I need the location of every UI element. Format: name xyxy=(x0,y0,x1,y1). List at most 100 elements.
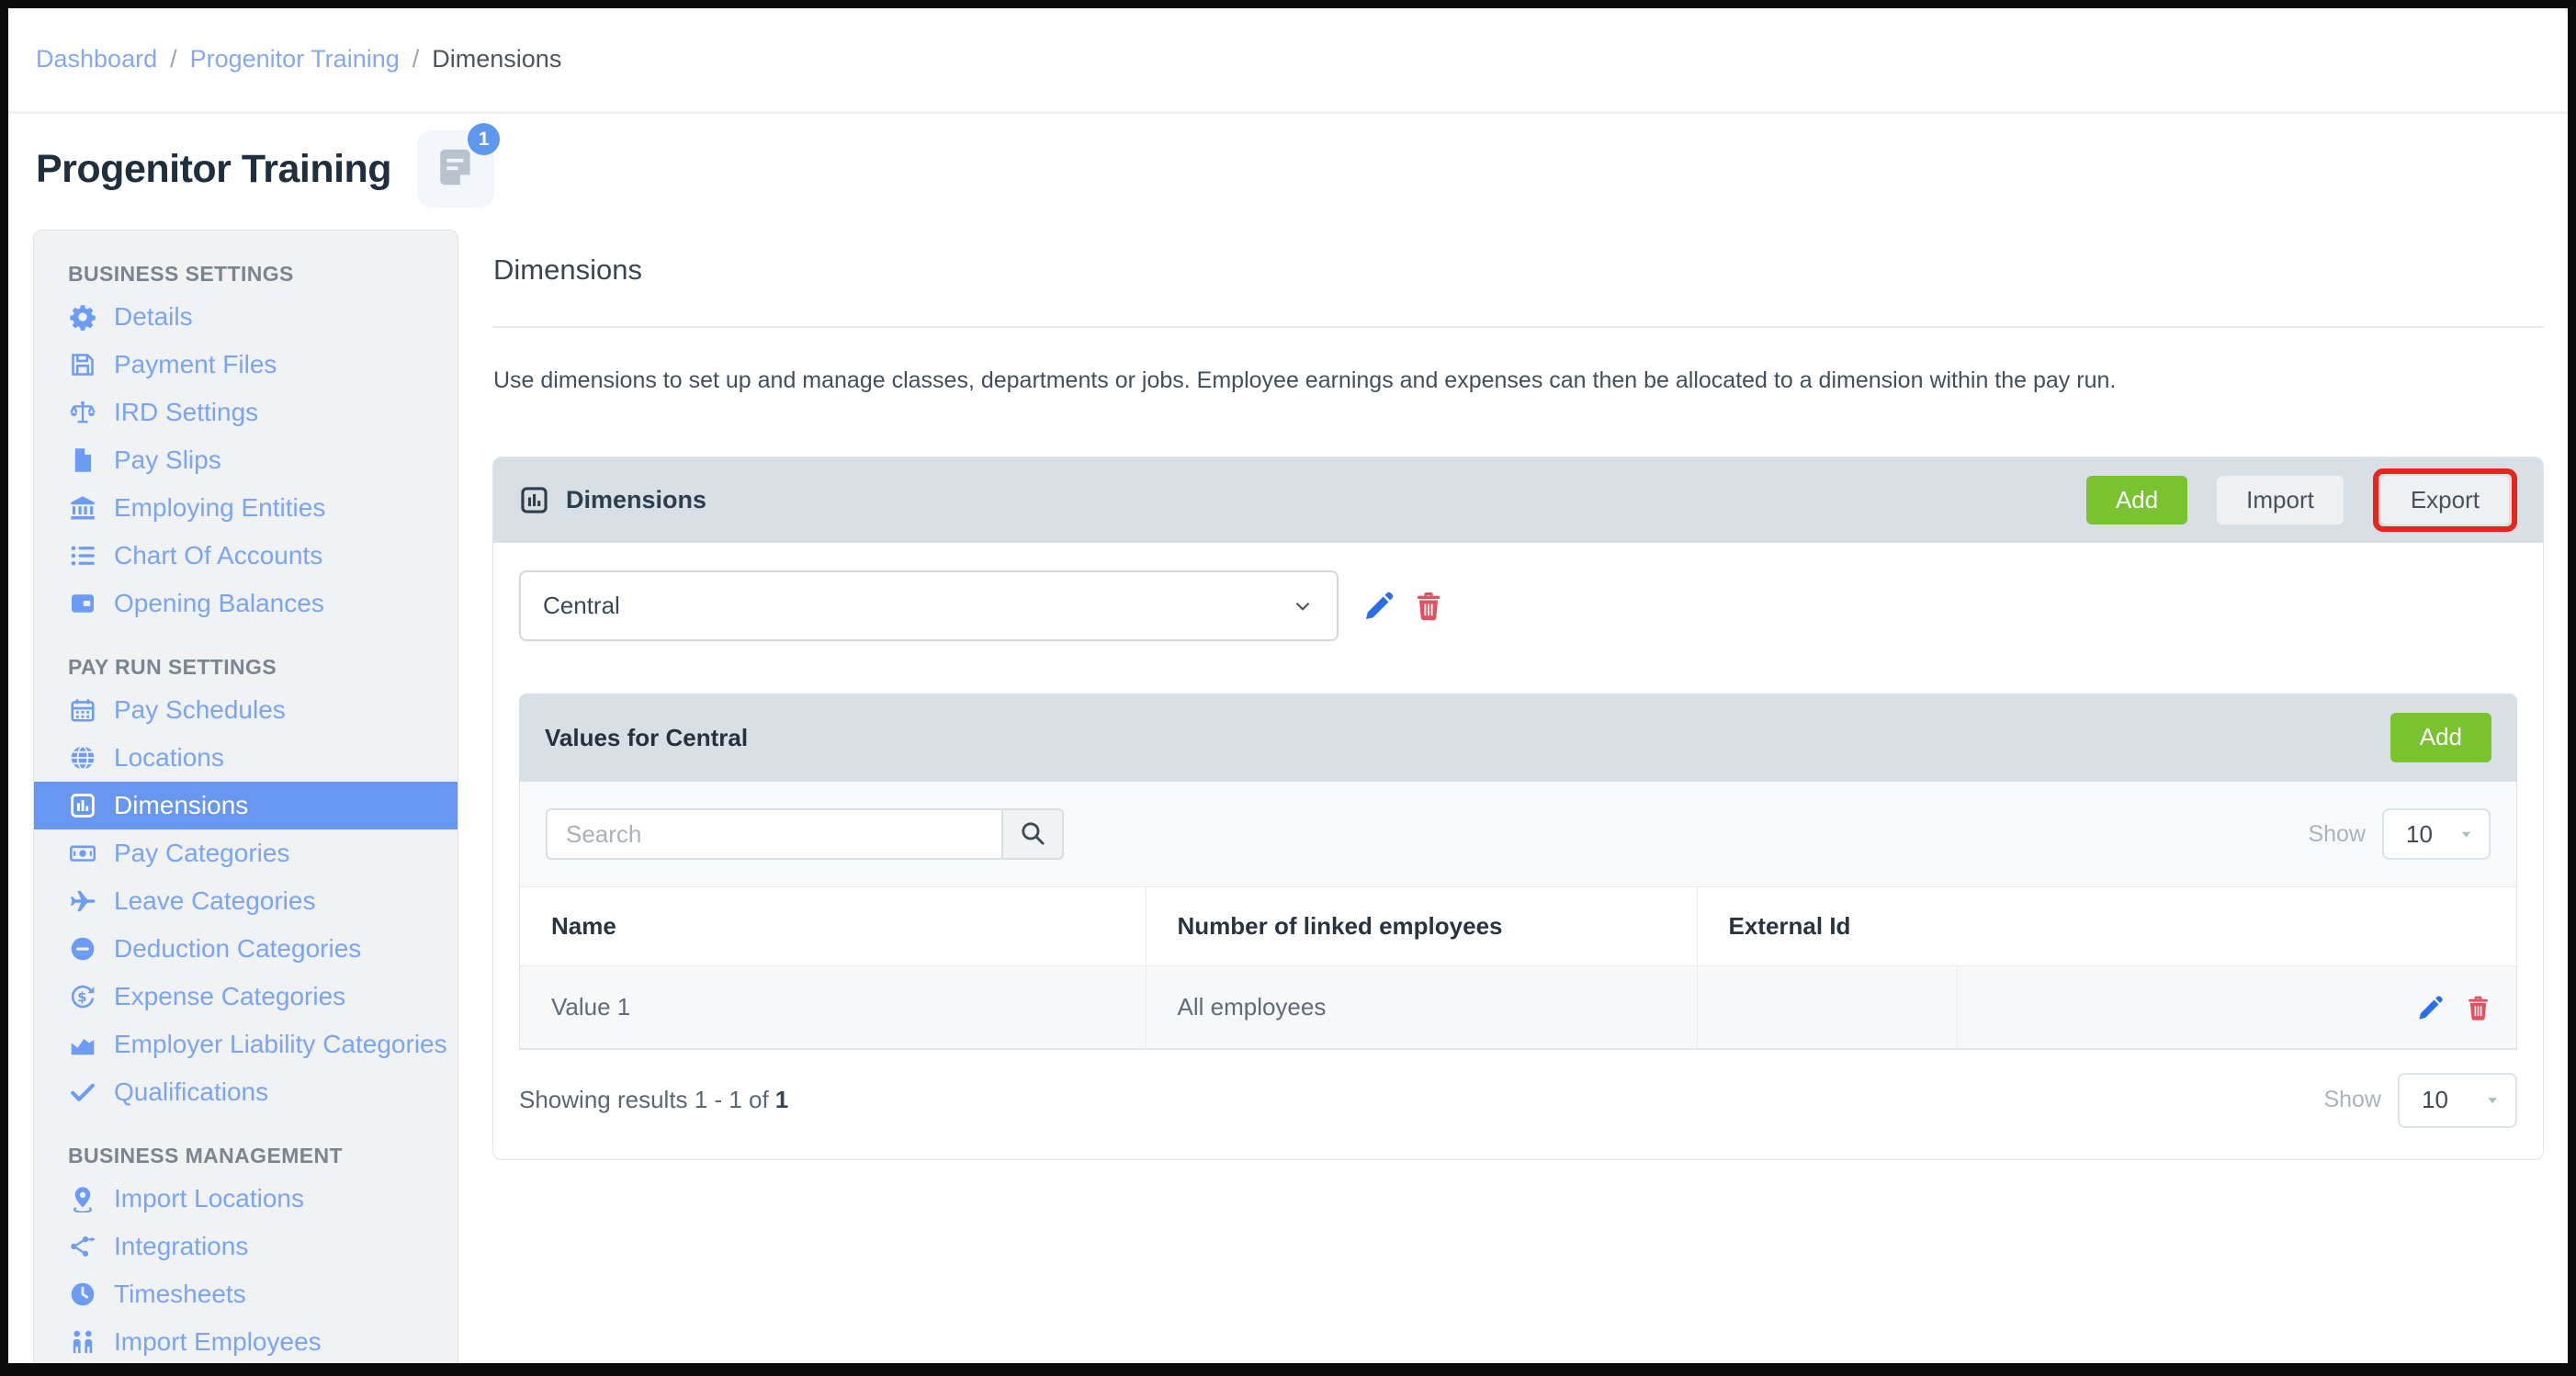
calendar-icon xyxy=(68,695,97,725)
bar-chart-icon xyxy=(68,791,97,820)
area-chart-icon xyxy=(68,1030,97,1059)
search-button[interactable] xyxy=(1001,808,1064,860)
add-value-button[interactable]: Add xyxy=(2390,713,2491,762)
breadcrumb-business-link[interactable]: Progenitor Training xyxy=(190,45,400,73)
search-row: Show 10 xyxy=(520,782,2516,886)
dimensions-panel: Dimensions Add Import Export Central Val… xyxy=(492,457,2544,1160)
check-icon xyxy=(68,1077,97,1107)
column-header-name: Name xyxy=(520,886,1147,966)
dimension-select-row: Central xyxy=(519,570,2517,641)
caret-down-icon xyxy=(2458,827,2474,842)
minus-circle-icon xyxy=(68,934,97,964)
show-label: Show xyxy=(2323,1087,2381,1113)
globe-icon xyxy=(68,743,97,773)
export-highlight-annotation: Export xyxy=(2372,468,2517,533)
sidebar-section-business-settings: BUSINESS SETTINGS xyxy=(68,261,294,286)
sidebar-item-qualifications[interactable]: Qualifications xyxy=(34,1068,458,1116)
sidebar-item-details[interactable]: Details xyxy=(34,293,458,341)
export-button[interactable]: Export xyxy=(2380,475,2509,525)
sidebar-item-pay-slips[interactable]: Pay Slips xyxy=(34,436,458,484)
values-panel-body: Show 10 N xyxy=(519,782,2517,1050)
breadcrumb: Dashboard / Progenitor Training / Dimens… xyxy=(36,45,561,73)
notes-button[interactable]: 1 xyxy=(417,123,501,208)
delete-dimension-trash-icon[interactable] xyxy=(1412,590,1445,623)
values-panel: Values for Central Add Search Show 10 Na… xyxy=(519,694,2517,1128)
save-icon xyxy=(68,350,97,379)
edit-dimension-pencil-icon[interactable] xyxy=(1362,590,1395,623)
sidebar-item-deduction-categories[interactable]: Deduction Categories xyxy=(34,925,458,973)
delete-value-trash-icon[interactable] xyxy=(2464,994,2492,1022)
add-dimension-button[interactable]: Add xyxy=(2085,475,2188,525)
settings-sidebar: BUSINESS SETTINGS Details Payment Files … xyxy=(33,230,458,1363)
page-title: Progenitor Training xyxy=(36,146,392,191)
sidebar-item-opening-balances[interactable]: Opening Balances xyxy=(34,580,458,627)
sidebar-item-label: Timesheets xyxy=(114,1280,246,1308)
results-total: 1 xyxy=(774,1086,789,1114)
sidebar-item-label: Employing Entities xyxy=(114,493,326,522)
sidebar-item-label: Locations xyxy=(114,743,224,772)
balance-scale-icon xyxy=(68,398,97,427)
sidebar-item-dimensions[interactable]: Dimensions xyxy=(34,782,458,829)
sidebar-item-label: Pay Schedules xyxy=(114,695,286,724)
dimensions-panel-body: Central Values for Central Add Search Sh… xyxy=(493,543,2543,1128)
clock-icon xyxy=(68,1280,97,1309)
sidebar-item-label: Import Employees xyxy=(114,1327,322,1356)
money-bill-icon xyxy=(68,839,97,868)
sidebar-item-timesheets[interactable]: Timesheets xyxy=(34,1270,458,1318)
notes-count-badge: 1 xyxy=(468,123,501,155)
table-header-row: Name Number of linked employees External… xyxy=(520,886,2516,966)
dimensions-panel-header: Dimensions Add Import Export xyxy=(493,457,2543,543)
sidebar-item-label: Payment Files xyxy=(114,350,277,378)
page-size-select-bottom[interactable]: 10 xyxy=(2398,1072,2517,1128)
plane-icon xyxy=(68,886,97,916)
search-input[interactable] xyxy=(546,808,1001,860)
sidebar-item-payment-files[interactable]: Payment Files xyxy=(34,341,458,389)
dimension-select[interactable]: Central xyxy=(519,570,1339,641)
search-icon xyxy=(1019,819,1046,850)
wallet-icon xyxy=(68,589,97,618)
sidebar-item-locations[interactable]: Locations xyxy=(34,734,458,782)
sidebar-item-label: Pay Slips xyxy=(114,446,221,474)
note-icon xyxy=(434,145,478,194)
sidebar-item-label: Pay Categories xyxy=(114,839,290,867)
results-summary: Showing results 1 - 1 of 1 xyxy=(519,1086,788,1114)
bank-icon xyxy=(68,493,97,523)
sidebar-item-employing-entities[interactable]: Employing Entities xyxy=(34,484,458,532)
cell-linked-employees: All employees xyxy=(1146,965,1698,1049)
results-text: Showing results 1 - 1 of xyxy=(519,1086,769,1114)
values-footer: Showing results 1 - 1 of 1 Show 10 xyxy=(519,1072,2517,1128)
page-description: Use dimensions to set up and manage clas… xyxy=(493,367,2117,393)
dimension-select-value: Central xyxy=(543,592,620,619)
sidebar-item-pay-schedules[interactable]: Pay Schedules xyxy=(34,686,458,734)
breadcrumb-dashboard-link[interactable]: Dashboard xyxy=(36,45,157,73)
table-row: Value 1 All employees xyxy=(520,965,2516,1049)
cell-actions xyxy=(1957,965,2516,1049)
sidebar-item-label: Qualifications xyxy=(114,1077,269,1106)
sidebar-item-integrations[interactable]: Integrations xyxy=(34,1223,458,1270)
page-header: Progenitor Training 1 xyxy=(36,123,501,208)
sidebar-item-employer-liability-categories[interactable]: Employer Liability Categories xyxy=(34,1021,458,1068)
map-pin-icon xyxy=(68,1184,97,1213)
file-icon xyxy=(68,446,97,475)
page-size-select[interactable]: 10 xyxy=(2382,808,2491,860)
sidebar-item-import-employees[interactable]: Import Employees xyxy=(34,1318,458,1363)
sidebar-item-expense-categories[interactable]: $ Expense Categories xyxy=(34,973,458,1021)
sidebar-item-label: Chart Of Accounts xyxy=(114,541,323,570)
sidebar-item-chart-of-accounts[interactable]: Chart Of Accounts xyxy=(34,532,458,580)
values-panel-title: Values for Central xyxy=(545,723,749,751)
sidebar-item-ird-settings[interactable]: IRD Settings xyxy=(34,389,458,436)
page-size-value: 10 xyxy=(2422,1086,2448,1114)
edit-value-pencil-icon[interactable] xyxy=(2416,994,2445,1022)
section-title: Dimensions xyxy=(493,254,642,286)
chevron-down-icon xyxy=(1291,594,1315,618)
svg-text:$: $ xyxy=(77,988,86,1005)
cell-external-id xyxy=(1697,965,1958,1049)
sidebar-item-import-locations[interactable]: Import Locations xyxy=(34,1175,458,1223)
breadcrumb-separator: / xyxy=(170,45,177,73)
import-button[interactable]: Import xyxy=(2217,475,2344,525)
sidebar-item-pay-categories[interactable]: Pay Categories xyxy=(34,829,458,877)
page-size-value: 10 xyxy=(2406,819,2433,848)
sidebar-item-label: Import Locations xyxy=(114,1184,304,1212)
sidebar-item-leave-categories[interactable]: Leave Categories xyxy=(34,877,458,925)
sidebar-section-pay-run-settings: PAY RUN SETTINGS xyxy=(68,654,277,679)
